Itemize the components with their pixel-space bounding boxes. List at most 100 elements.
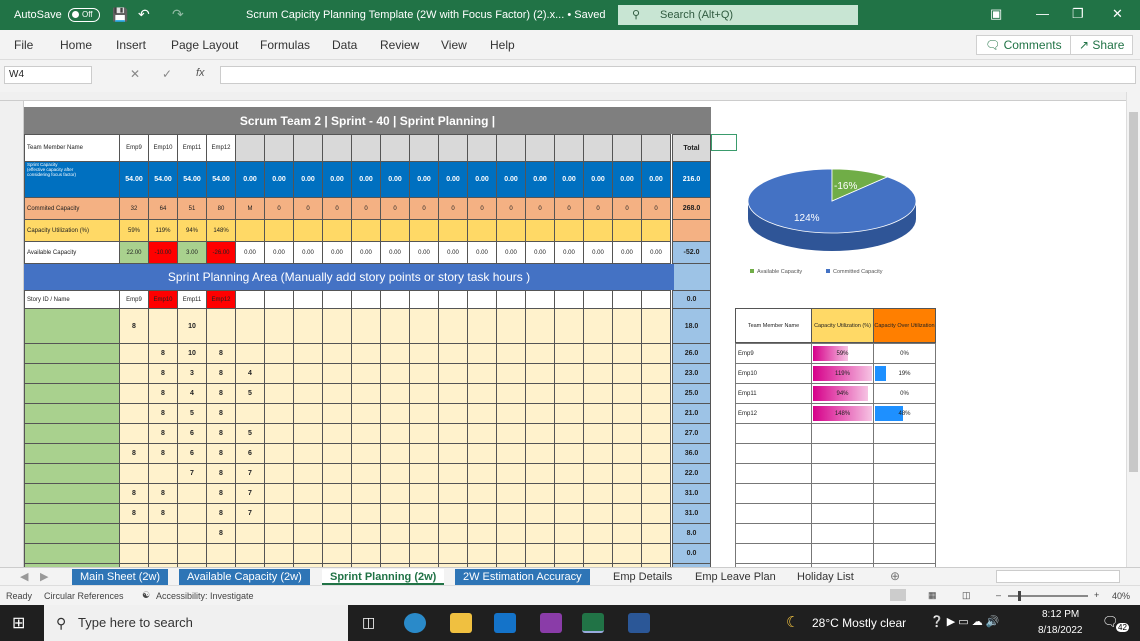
story-points-cell[interactable]: 8 xyxy=(206,343,236,364)
story-points-cell[interactable] xyxy=(264,483,294,504)
story-points-cell[interactable] xyxy=(641,363,671,384)
zoom-slider-thumb[interactable] xyxy=(1018,591,1021,601)
undo-icon[interactable]: ↶ xyxy=(138,6,150,23)
system-tray-icons[interactable]: ❔ ▶ ▭ ☁ 🔊 xyxy=(930,615,999,628)
story-points-cell[interactable] xyxy=(554,443,584,464)
edge-icon[interactable] xyxy=(404,613,426,633)
story-points-cell[interactable] xyxy=(264,363,294,384)
story-points-cell[interactable] xyxy=(119,543,149,564)
story-points-cell[interactable] xyxy=(148,523,178,544)
story-member-header[interactable] xyxy=(322,290,352,309)
story-points-cell[interactable] xyxy=(612,443,642,464)
story-id-cell[interactable] xyxy=(24,523,120,544)
story-points-cell[interactable] xyxy=(641,308,671,344)
story-points-cell[interactable] xyxy=(293,483,323,504)
story-points-cell[interactable] xyxy=(351,523,381,544)
capacity-cell[interactable]: 0.00 xyxy=(380,161,410,198)
story-points-cell[interactable] xyxy=(409,343,439,364)
story-points-cell[interactable] xyxy=(177,543,207,564)
story-points-cell[interactable]: 8 xyxy=(206,363,236,384)
menu-page-layout[interactable]: Page Layout xyxy=(171,38,238,52)
tab-emp-details[interactable]: Emp Details xyxy=(605,569,680,585)
story-points-cell[interactable]: 5 xyxy=(235,383,265,404)
member-name-cell[interactable] xyxy=(735,423,812,444)
utilization-bar-cell[interactable] xyxy=(811,423,874,444)
story-points-cell[interactable] xyxy=(119,523,149,544)
capacity-cell[interactable]: 54.00 xyxy=(177,161,207,198)
story-points-cell[interactable] xyxy=(380,483,410,504)
story-points-cell[interactable] xyxy=(467,463,497,484)
story-points-cell[interactable]: 3 xyxy=(177,363,207,384)
story-member-header[interactable] xyxy=(612,290,642,309)
story-id-cell[interactable] xyxy=(24,463,120,484)
story-points-cell[interactable]: 4 xyxy=(235,363,265,384)
story-points-cell[interactable] xyxy=(467,308,497,344)
menu-file[interactable]: File xyxy=(14,38,33,52)
story-member-header[interactable] xyxy=(351,290,381,309)
story-points-cell[interactable] xyxy=(119,343,149,364)
member-name-cell[interactable] xyxy=(735,463,812,484)
story-points-cell[interactable] xyxy=(496,503,526,524)
story-points-cell[interactable] xyxy=(612,308,642,344)
utilization-bar-cell[interactable]: 119% xyxy=(811,363,874,384)
story-points-cell[interactable] xyxy=(583,503,613,524)
capacity-cell[interactable]: 0.00 xyxy=(351,161,381,198)
story-member-header[interactable]: Emp9 xyxy=(119,290,149,309)
capacity-cell[interactable]: 0.00 xyxy=(496,161,526,198)
story-points-cell[interactable] xyxy=(496,423,526,444)
clock-time[interactable]: 8:12 PM xyxy=(1042,609,1079,620)
story-points-cell[interactable]: 8 xyxy=(206,523,236,544)
worksheet-grid[interactable]: Scrum Team 2 | Sprint - 40 | Sprint Plan… xyxy=(24,101,1126,584)
story-points-cell[interactable]: 8 xyxy=(206,403,236,424)
story-points-cell[interactable] xyxy=(641,523,671,544)
available-cell[interactable]: 3.00 xyxy=(177,241,207,264)
story-points-cell[interactable] xyxy=(293,543,323,564)
story-points-cell[interactable] xyxy=(293,308,323,344)
story-points-cell[interactable] xyxy=(409,523,439,544)
story-points-cell[interactable] xyxy=(293,443,323,464)
member-column-header[interactable] xyxy=(583,134,613,162)
utilization-cell[interactable]: 94% xyxy=(177,219,207,242)
enter-icon[interactable]: ✓ xyxy=(162,67,172,81)
cancel-icon[interactable]: ✕ xyxy=(130,67,140,81)
story-points-cell[interactable] xyxy=(409,483,439,504)
story-points-cell[interactable] xyxy=(235,543,265,564)
available-cell[interactable]: 0.00 xyxy=(641,241,671,264)
story-points-cell[interactable] xyxy=(525,423,555,444)
committed-cell[interactable]: 51 xyxy=(177,197,207,220)
committed-cell[interactable]: 0 xyxy=(583,197,613,220)
over-utilization-cell[interactable] xyxy=(873,463,936,484)
utilization-cell[interactable] xyxy=(322,219,352,242)
story-points-cell[interactable] xyxy=(380,503,410,524)
story-points-cell[interactable] xyxy=(438,483,468,504)
row-headers[interactable] xyxy=(0,101,24,567)
story-points-cell[interactable] xyxy=(409,308,439,344)
story-points-cell[interactable]: 4 xyxy=(177,383,207,404)
story-points-cell[interactable] xyxy=(293,503,323,524)
ribbon-display-icon[interactable]: ▣ xyxy=(990,6,1002,22)
story-points-cell[interactable] xyxy=(322,463,352,484)
autosave-toggle[interactable]: Off xyxy=(68,8,100,22)
story-points-cell[interactable] xyxy=(409,383,439,404)
tab-sprint-planning[interactable]: Sprint Planning (2w) xyxy=(322,569,445,585)
story-points-cell[interactable] xyxy=(467,503,497,524)
over-utilization-cell[interactable] xyxy=(873,443,936,464)
story-points-cell[interactable] xyxy=(525,343,555,364)
horizontal-scrollbar[interactable] xyxy=(996,570,1120,583)
story-points-cell[interactable] xyxy=(380,443,410,464)
story-points-cell[interactable] xyxy=(525,443,555,464)
capacity-cell[interactable]: 0.00 xyxy=(293,161,323,198)
available-cell[interactable]: 0.00 xyxy=(322,241,352,264)
file-explorer-icon[interactable] xyxy=(450,613,472,633)
story-points-cell[interactable] xyxy=(467,443,497,464)
story-points-cell[interactable] xyxy=(409,503,439,524)
status-accessibility[interactable]: Accessibility: Investigate xyxy=(156,591,254,601)
story-points-cell[interactable] xyxy=(177,523,207,544)
capacity-cell[interactable]: 54.00 xyxy=(148,161,178,198)
story-points-cell[interactable] xyxy=(351,543,381,564)
available-cell[interactable]: 0.00 xyxy=(409,241,439,264)
available-cell[interactable]: 0.00 xyxy=(380,241,410,264)
story-points-cell[interactable] xyxy=(641,483,671,504)
utilization-cell[interactable] xyxy=(409,219,439,242)
vertical-scrollbar[interactable] xyxy=(1126,92,1140,567)
